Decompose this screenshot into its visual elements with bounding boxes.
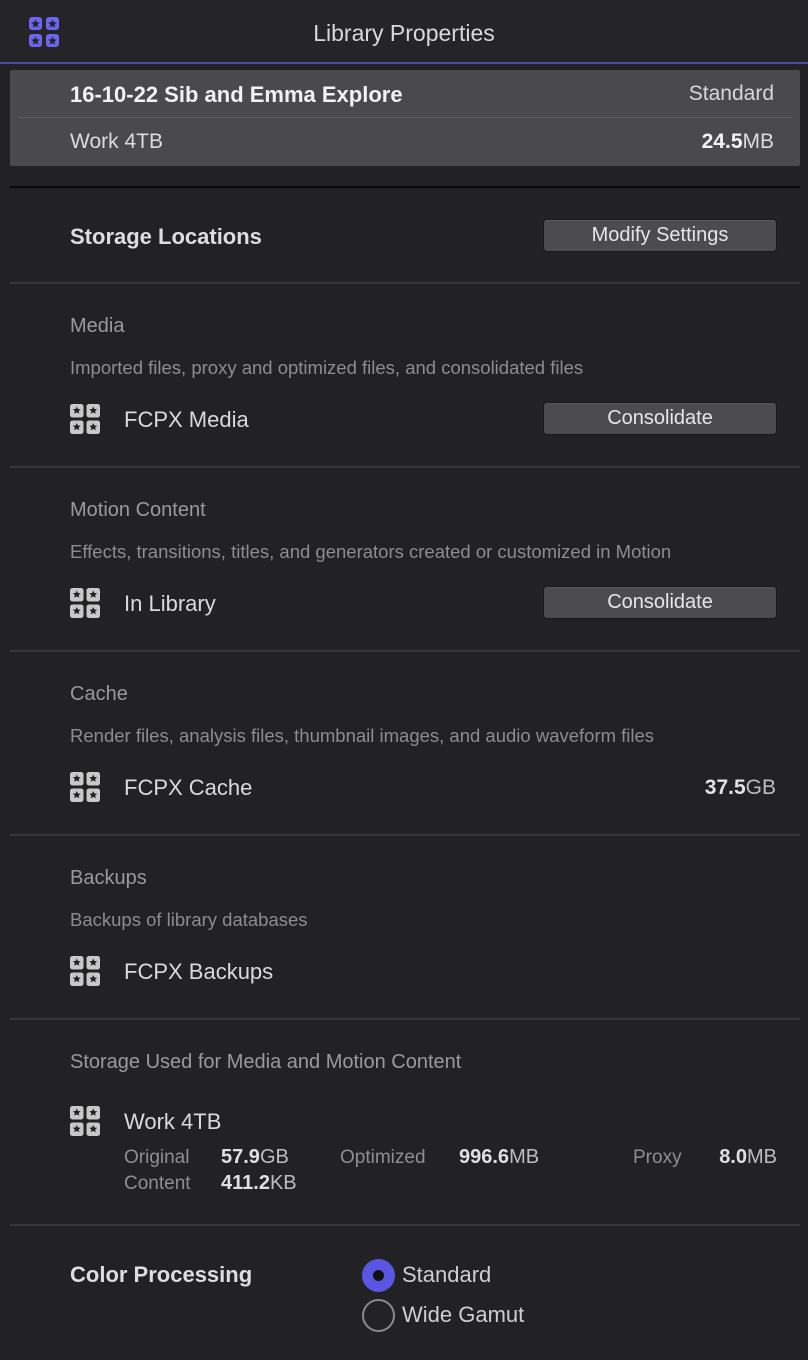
color-processing-heading: Color Processing <box>70 1262 253 1287</box>
original-label: Original <box>124 1147 190 1168</box>
modify-settings-button[interactable]: Modify Settings <box>543 219 777 252</box>
proxy-label: Proxy <box>633 1147 682 1168</box>
library-summary[interactable]: 16-10-22 Sib and Emma Explore Standard W… <box>10 70 800 166</box>
cache-location: FCPX Cache <box>124 775 253 800</box>
divider <box>10 1224 800 1226</box>
cache-title: Cache <box>70 683 128 705</box>
cache-size: 37.5GB <box>705 776 776 800</box>
divider <box>18 117 792 118</box>
wide-gamut-radio-label[interactable]: Wide Gamut <box>402 1302 524 1328</box>
library-icon <box>70 1106 100 1136</box>
motion-location: In Library <box>124 591 216 616</box>
cache-size-unit: GB <box>745 776 776 799</box>
divider <box>10 1018 800 1020</box>
content-size-unit: KB <box>269 1172 297 1194</box>
divider <box>10 282 800 284</box>
title-bar: Library Properties <box>0 0 808 64</box>
optimized-size: 996.6MB <box>459 1146 539 1169</box>
divider <box>10 650 800 652</box>
original-size-unit: GB <box>259 1146 289 1168</box>
library-icon <box>70 772 100 802</box>
motion-consolidate-button[interactable]: Consolidate <box>543 586 777 619</box>
library-icon <box>70 956 100 986</box>
proxy-size: 8.0MB <box>719 1146 777 1169</box>
motion-description: Effects, transitions, titles, and genera… <box>70 541 672 562</box>
library-size-value: 24.5 <box>701 130 743 153</box>
media-description: Imported files, proxy and optimized file… <box>70 357 584 378</box>
standard-radio[interactable] <box>362 1259 395 1292</box>
original-size: 57.9GB <box>221 1146 289 1169</box>
optimized-size-unit: MB <box>509 1146 540 1168</box>
backups-location: FCPX Backups <box>124 959 274 984</box>
standard-radio-label[interactable]: Standard <box>402 1262 491 1288</box>
library-icon <box>70 404 100 434</box>
divider <box>10 834 800 836</box>
library-size: 24.5MB <box>702 130 774 154</box>
cache-description: Render files, analysis files, thumbnail … <box>70 725 655 746</box>
backups-title: Backups <box>70 867 147 889</box>
optimized-size-value: 996.6 <box>459 1146 510 1168</box>
window-title: Library Properties <box>313 20 495 46</box>
media-consolidate-button[interactable]: Consolidate <box>543 402 777 435</box>
original-size-value: 57.9 <box>221 1146 260 1168</box>
divider <box>10 186 800 188</box>
motion-title: Motion Content <box>70 499 206 521</box>
usage-volume: Work 4TB <box>124 1109 222 1134</box>
library-properties-panel: Library Properties 16-10-22 Sib and Emma… <box>0 0 808 1360</box>
library-size-unit: MB <box>742 130 775 153</box>
proxy-size-unit: MB <box>747 1146 777 1168</box>
library-volume: Work 4TB <box>70 130 163 153</box>
content-size: 411.2KB <box>221 1172 297 1195</box>
library-color-processing: Standard <box>688 82 774 105</box>
content-size-value: 411.2 <box>221 1172 270 1194</box>
storage-locations-heading: Storage Locations <box>70 224 262 249</box>
library-name: 16-10-22 Sib and Emma Explore <box>70 82 403 107</box>
proxy-size-value: 8.0 <box>719 1146 747 1168</box>
cache-size-value: 37.5 <box>704 776 746 799</box>
wide-gamut-radio[interactable] <box>362 1299 395 1332</box>
library-icon <box>70 588 100 618</box>
media-location: FCPX Media <box>124 407 249 432</box>
media-title: Media <box>70 315 125 337</box>
usage-title: Storage Used for Media and Motion Conten… <box>70 1051 462 1073</box>
optimized-label: Optimized <box>340 1147 426 1168</box>
divider <box>10 466 800 468</box>
content-label: Content <box>124 1173 191 1194</box>
backups-description: Backups of library databases <box>70 909 308 930</box>
